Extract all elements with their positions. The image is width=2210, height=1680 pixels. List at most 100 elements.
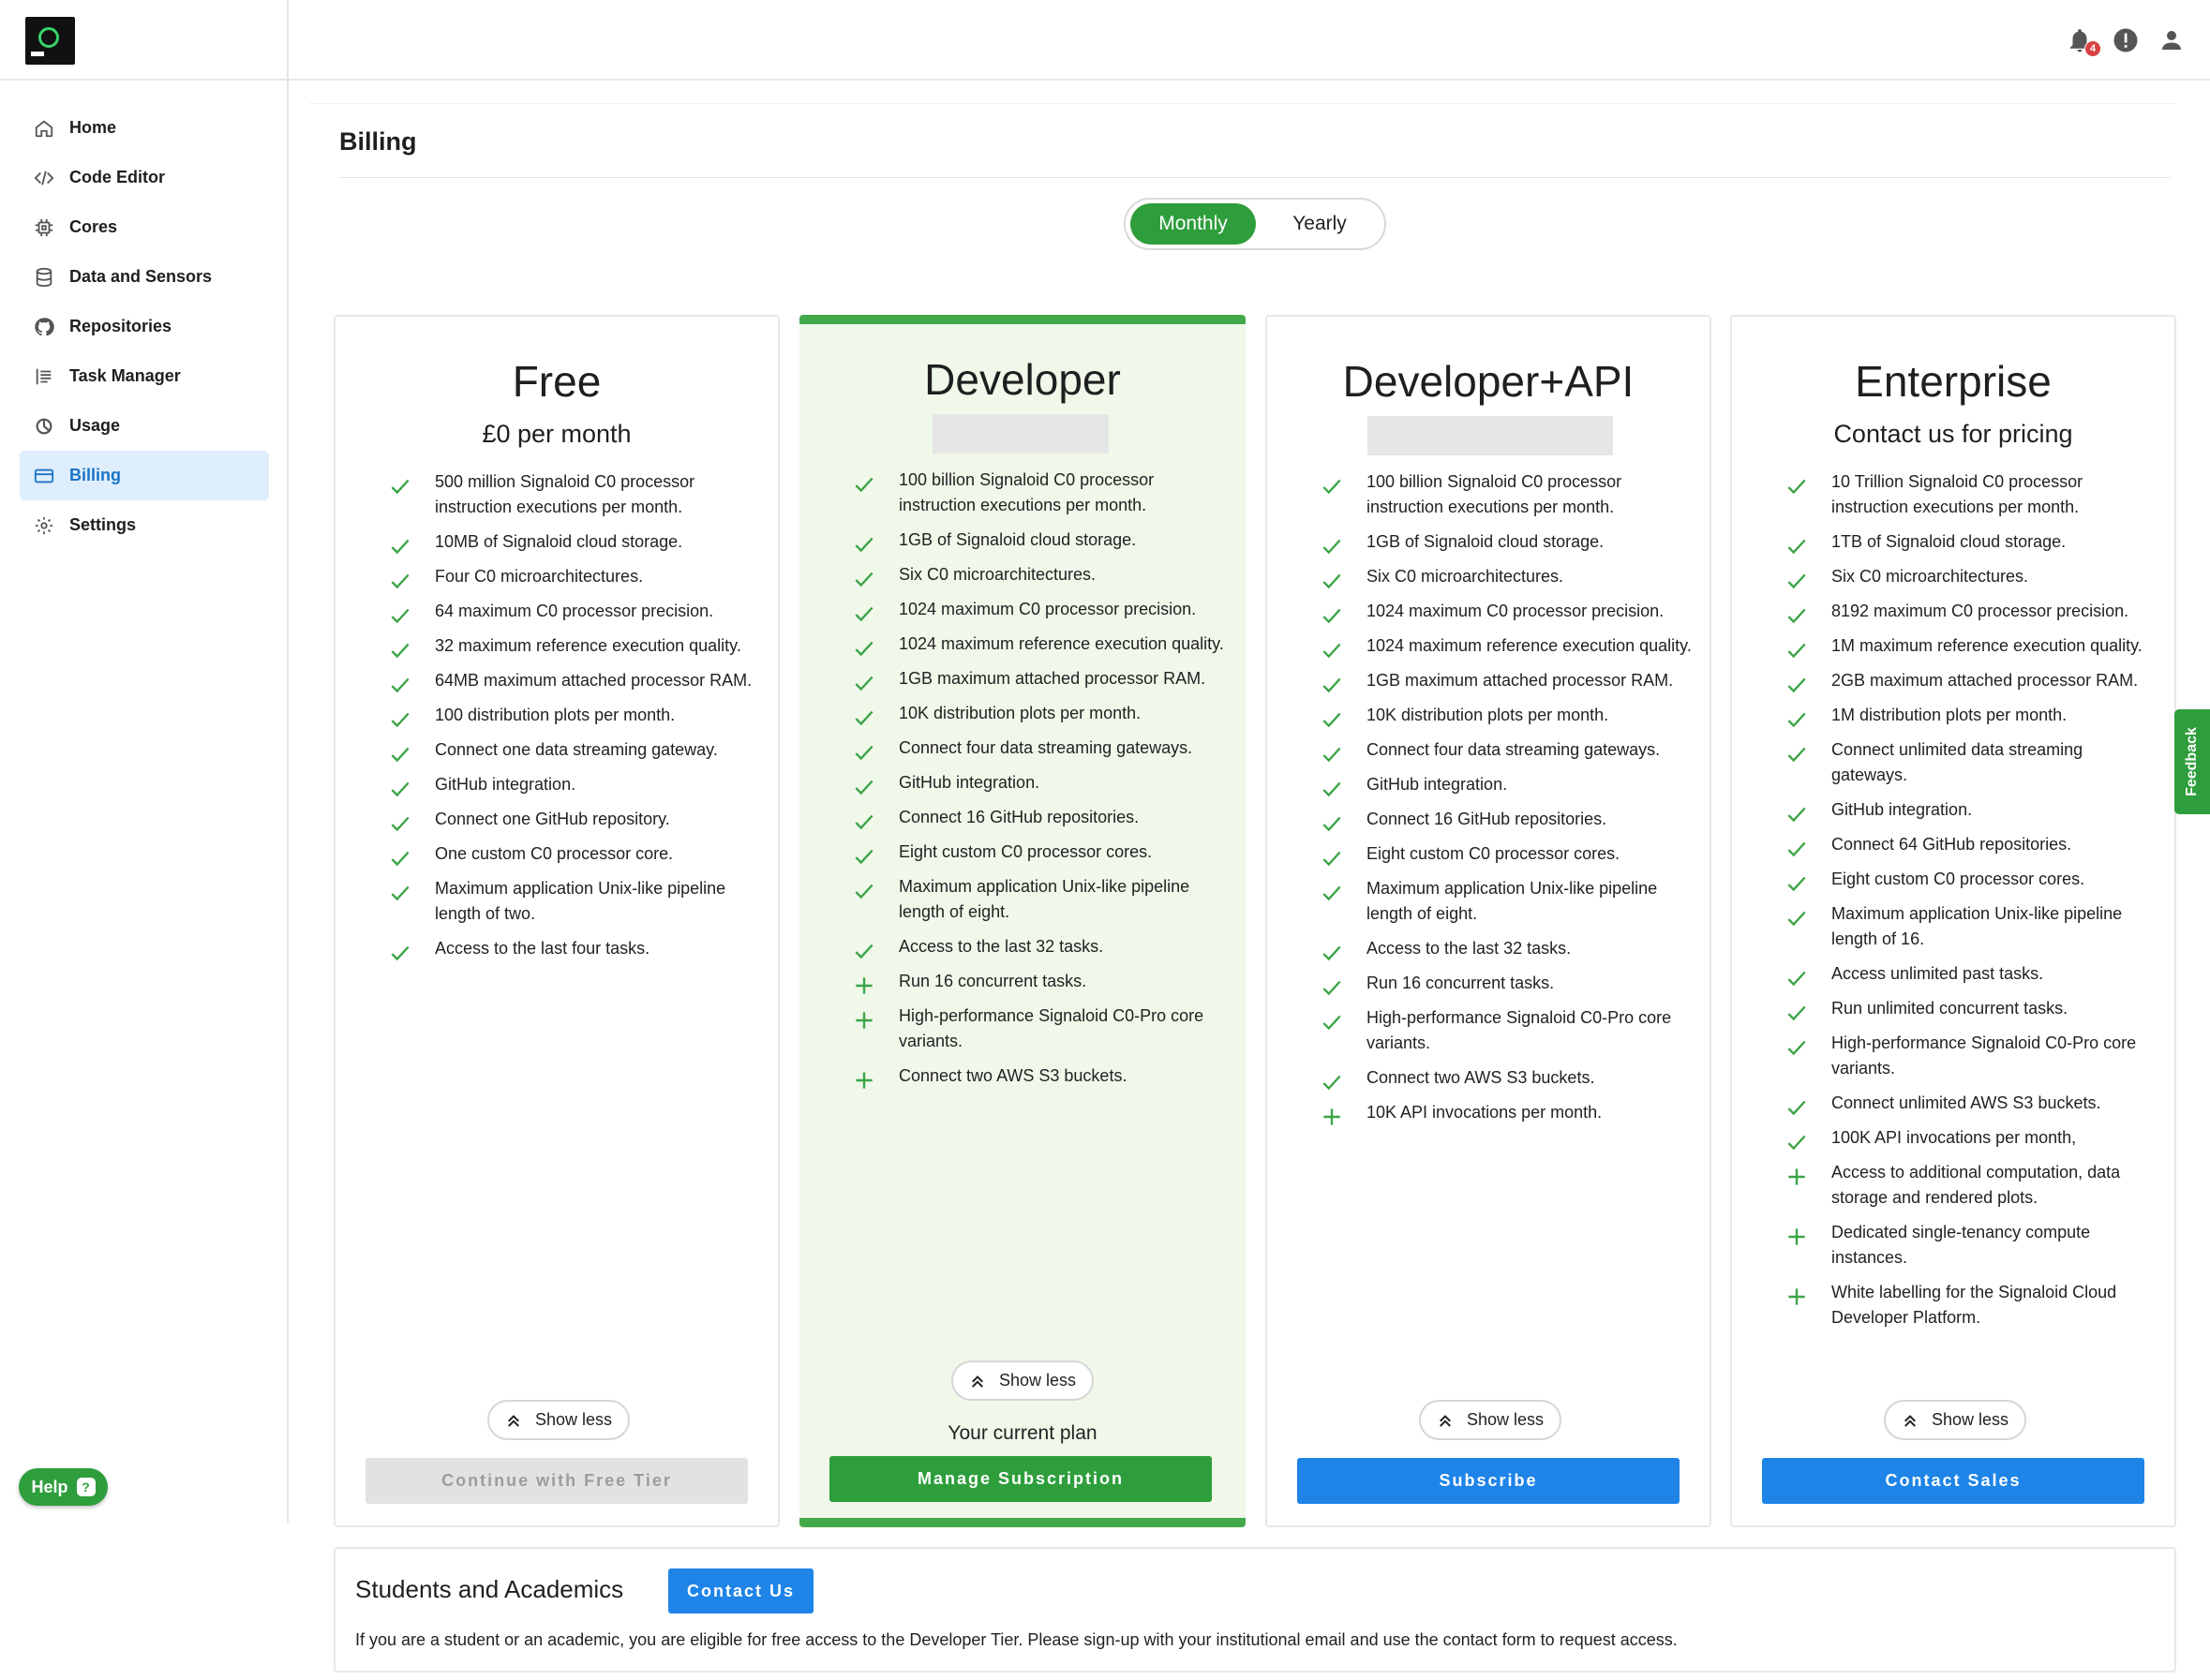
feature-text: 1024 maximum C0 processor precision. <box>1366 602 1665 620</box>
page-title: Billing <box>339 127 417 156</box>
toggle-yearly[interactable]: Yearly <box>1263 203 1376 245</box>
feature-list: 100 billion Signaloid C0 processor instr… <box>852 468 1227 1098</box>
check-icon <box>855 780 874 795</box>
feature-item: 1GB maximum attached processor RAM. <box>1320 668 1695 693</box>
plus-icon <box>856 1072 873 1089</box>
check-icon <box>391 712 410 728</box>
feature-text: Connect two AWS S3 buckets. <box>1366 1068 1595 1087</box>
sidebar-item-label: Settings <box>69 515 137 534</box>
sidebar-item-label: Home <box>69 118 117 137</box>
feature-item: 1M distribution plots per month. <box>1784 703 2159 728</box>
check-icon <box>1322 945 1341 961</box>
show-less-button[interactable]: Show less <box>487 1400 630 1440</box>
check-icon <box>855 537 874 553</box>
sidebar-item-label: Cores <box>69 217 118 236</box>
check-icon <box>1787 1100 1806 1116</box>
plan-card-developer-api: Developer+API 100 billion Signaloid C0 p… <box>1265 315 1711 1527</box>
feature-item: Connect 16 GitHub repositories. <box>1320 807 1695 832</box>
chip-icon <box>35 218 53 236</box>
feature-item: Connect one GitHub repository. <box>388 807 763 832</box>
feature-text: 32 maximum reference execution quality. <box>435 636 741 655</box>
sidebar-item-label: Code Editor <box>69 168 165 186</box>
feature-text: GitHub integration. <box>1831 800 1973 819</box>
sidebar-item-task-manager[interactable]: Task Manager <box>20 351 269 401</box>
feature-text: 1GB of Signaloid cloud storage. <box>1366 532 1605 551</box>
feature-item: Maximum application Unix-like pipeline l… <box>1784 901 2159 952</box>
feature-item: Eight custom C0 processor cores. <box>852 840 1227 865</box>
top-bar <box>289 0 2210 81</box>
feature-item: Maximum application Unix-like pipeline l… <box>852 874 1227 925</box>
feature-item: Eight custom C0 processor cores. <box>1784 867 2159 892</box>
check-icon <box>855 884 874 899</box>
chevron-double-up-icon <box>1440 1414 1451 1427</box>
feature-text: 500 million Signaloid C0 processor instr… <box>435 472 695 516</box>
show-less-button[interactable]: Show less <box>1884 1400 2026 1440</box>
feature-item: Connect two AWS S3 buckets. <box>1320 1065 1695 1091</box>
list-icon <box>36 368 52 384</box>
feature-text: Eight custom C0 processor cores. <box>899 842 1153 861</box>
sidebar-item-billing[interactable]: Billing <box>20 451 269 500</box>
check-icon <box>1322 1015 1341 1031</box>
check-icon <box>391 643 410 659</box>
feature-item: 8192 maximum C0 processor precision. <box>1784 599 2159 624</box>
sidebar-item-settings[interactable]: Settings <box>20 500 269 550</box>
feature-text: Run unlimited concurrent tasks. <box>1831 999 2068 1018</box>
signaloid-logo[interactable] <box>25 17 75 65</box>
feature-text: GitHub integration. <box>435 775 576 794</box>
feature-item: Run 16 concurrent tasks. <box>1320 971 1695 996</box>
feature-text: 100 billion Signaloid C0 processor instr… <box>899 470 1155 514</box>
check-icon <box>1787 1040 1806 1056</box>
sidebar-nav: Home Code Editor Cores Data and Sensors … <box>20 103 269 550</box>
feature-item: 64MB maximum attached processor RAM. <box>388 668 763 693</box>
show-less-button[interactable]: Show less <box>1419 1400 1561 1440</box>
sidebar-item-label: Task Manager <box>69 366 181 385</box>
subscribe-button[interactable]: Subscribe <box>1297 1458 1680 1504</box>
continue-free-tier-button[interactable]: Continue with Free Tier <box>366 1458 748 1504</box>
manage-subscription-button[interactable]: Manage Subscription <box>829 1456 1212 1502</box>
plus-icon <box>1788 1168 1805 1185</box>
sidebar-item-cores[interactable]: Cores <box>20 202 269 252</box>
gear-icon <box>35 516 53 534</box>
sidebar-item-usage[interactable]: Usage <box>20 401 269 451</box>
sidebar-item-home[interactable]: Home <box>20 103 269 153</box>
sidebar-item-code-editor[interactable]: Code Editor <box>20 153 269 202</box>
feature-item: 10K distribution plots per month. <box>852 701 1227 726</box>
feature-text: 2GB maximum attached processor RAM. <box>1831 671 2139 690</box>
feature-text: Four C0 microarchitectures. <box>435 567 644 586</box>
feature-item: 1024 maximum C0 processor precision. <box>852 597 1227 622</box>
feature-text: Connect 16 GitHub repositories. <box>899 808 1140 826</box>
check-icon <box>855 745 874 761</box>
check-icon <box>1322 980 1341 996</box>
user-icon[interactable] <box>2158 26 2186 54</box>
feature-item: GitHub integration. <box>1784 797 2159 823</box>
alert-icon[interactable] <box>2112 26 2140 54</box>
sidebar-item-data-and-sensors[interactable]: Data and Sensors <box>20 252 269 302</box>
feature-text: 10K distribution plots per month. <box>899 704 1142 722</box>
show-less-label: Show less <box>998 1371 1077 1390</box>
help-button[interactable]: Help ? <box>19 1468 108 1506</box>
check-icon <box>1787 479 1806 495</box>
feature-item: GitHub integration. <box>388 772 763 797</box>
toggle-monthly[interactable]: Monthly <box>1130 203 1256 245</box>
show-less-button[interactable]: Show less <box>951 1360 1094 1401</box>
sidebar-item-repositories[interactable]: Repositories <box>20 302 269 351</box>
check-icon <box>391 816 410 832</box>
current-plan-label: Your current plan <box>948 1422 1098 1444</box>
feedback-tab[interactable]: Feedback <box>2174 709 2210 814</box>
feature-text: 100 distribution plots per month. <box>435 706 676 724</box>
feature-text: Eight custom C0 processor cores. <box>1366 844 1620 863</box>
contact-us-button[interactable]: Contact Us <box>668 1568 814 1613</box>
feature-item: GitHub integration. <box>852 770 1227 795</box>
divider <box>309 103 2174 104</box>
contact-sales-button[interactable]: Contact Sales <box>1762 1458 2144 1504</box>
plus-icon <box>1323 1108 1340 1125</box>
plan-price: Contact us for pricing <box>1833 420 2073 448</box>
check-icon <box>1787 643 1806 659</box>
feature-item: 1GB of Signaloid cloud storage. <box>852 528 1227 553</box>
feature-list: 10 Trillion Signaloid C0 processor instr… <box>1784 469 2159 1340</box>
feature-text: High-performance Signaloid C0-Pro core v… <box>1831 1033 2137 1078</box>
feature-item: 1M maximum reference execution quality. <box>1784 633 2159 659</box>
feature-text: Maximum application Unix-like pipeline l… <box>1366 879 1658 923</box>
check-icon <box>1787 573 1806 589</box>
check-icon <box>391 479 410 495</box>
